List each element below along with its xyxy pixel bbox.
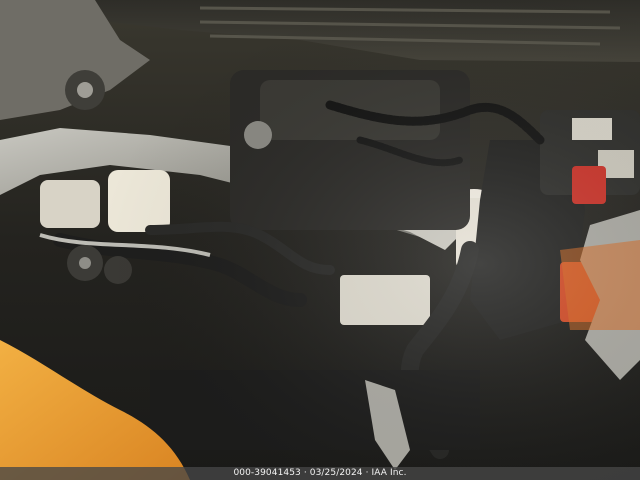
light-overlay: [0, 0, 640, 480]
engine-bay-photo: [0, 0, 640, 480]
photo-stage: 000-39041453 · 03/25/2024 · IAA Inc.: [0, 0, 640, 480]
watermark-text: 000-39041453 · 03/25/2024 · IAA Inc.: [233, 468, 407, 478]
watermark-bar: 000-39041453 · 03/25/2024 · IAA Inc.: [0, 467, 640, 480]
